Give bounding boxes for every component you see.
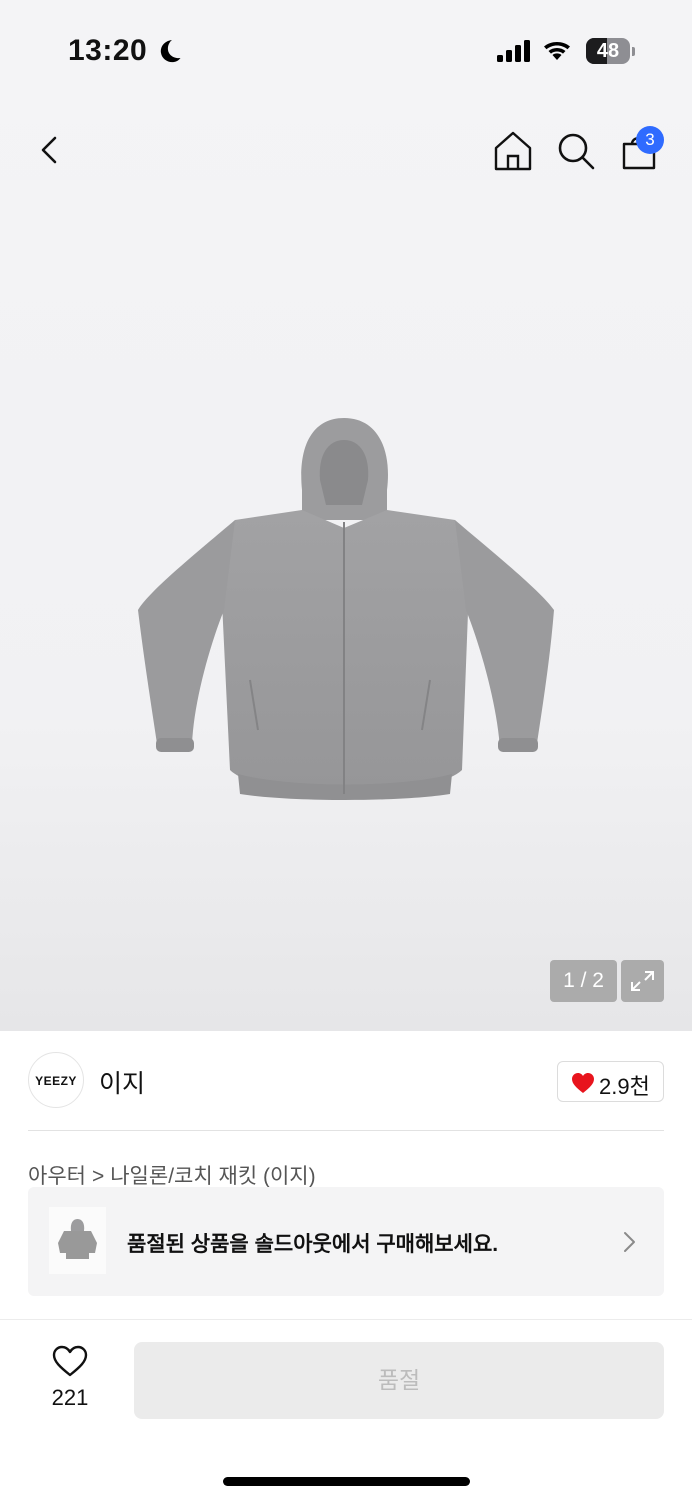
brand-row: YEEZY 이지 2.9천 xyxy=(0,1031,692,1131)
status-time: 13:20 xyxy=(68,34,148,67)
fullscreen-button[interactable] xyxy=(621,960,664,1002)
search-button[interactable] xyxy=(555,130,597,172)
chevron-left-icon xyxy=(41,136,57,164)
home-icon xyxy=(494,131,532,171)
product-image xyxy=(138,418,554,800)
divider xyxy=(28,1130,664,1131)
expand-icon xyxy=(631,971,654,991)
brand-name[interactable]: 이지 xyxy=(99,1064,145,1100)
status-bar: 13:20 48 xyxy=(0,0,692,100)
breadcrumb-subcategory[interactable]: 나일론/코치 재킷 (이지) xyxy=(110,1165,315,1188)
battery-level: 48 xyxy=(596,40,620,62)
jacket-thumbnail-image xyxy=(58,1219,97,1259)
home-indicator xyxy=(223,1477,470,1486)
heart-outline-icon xyxy=(52,1345,88,1377)
breadcrumb-category[interactable]: 아우터 xyxy=(28,1165,86,1188)
brand-logo[interactable]: YEEZY xyxy=(28,1052,84,1108)
bottom-bar-divider xyxy=(0,1319,692,1320)
wishlist-count: 221 xyxy=(51,1385,89,1410)
battery-nub xyxy=(632,47,635,56)
breadcrumb: 아우터 > 나일론/코치 재킷 (이지) xyxy=(28,1160,316,1190)
cellular-signal-icon xyxy=(497,40,530,62)
search-icon xyxy=(558,133,595,170)
back-button[interactable] xyxy=(30,130,70,170)
moon-icon xyxy=(160,40,181,63)
wishlist-button[interactable]: 221 xyxy=(40,1340,100,1420)
wifi-icon xyxy=(544,42,570,60)
chevron-right-icon xyxy=(624,1232,635,1252)
cart-count-badge: 3 xyxy=(636,126,664,154)
breadcrumb-separator: > xyxy=(91,1165,105,1188)
heart-filled-icon xyxy=(572,1073,594,1093)
battery-icon: 48 xyxy=(586,38,630,64)
soldout-message: 품절된 상품을 솔드아웃에서 구매해보세요. xyxy=(127,1233,499,1256)
soldout-thumbnail xyxy=(49,1207,106,1274)
top-nav xyxy=(0,110,692,190)
brand-likes-count: 2.9천 xyxy=(599,1074,650,1099)
brand-like-button[interactable]: 2.9천 xyxy=(557,1061,664,1102)
buy-button[interactable]: 품절 xyxy=(134,1342,664,1419)
soldout-banner[interactable]: 품절된 상품을 솔드아웃에서 구매해보세요. xyxy=(28,1187,664,1296)
home-button[interactable] xyxy=(492,130,534,172)
image-page-indicator: 1 / 2 xyxy=(550,960,617,1002)
